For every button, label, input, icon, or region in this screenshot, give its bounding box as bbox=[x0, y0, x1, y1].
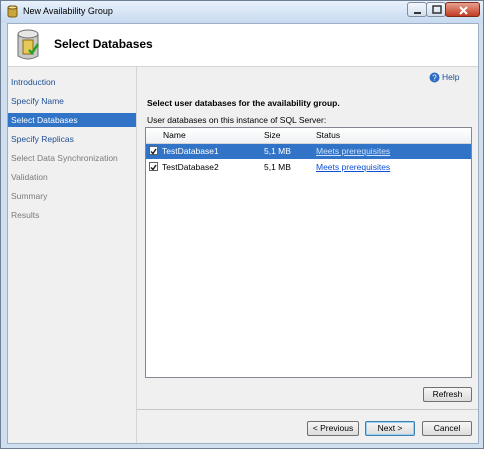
minimize-button[interactable] bbox=[407, 2, 427, 17]
database-list[interactable]: Name Size Status TestDatabase1 5,1 MB Me… bbox=[145, 127, 472, 378]
window-title: New Availability Group bbox=[23, 6, 113, 16]
sidebar-item-select-databases[interactable]: Select Databases bbox=[8, 113, 136, 127]
wizard-header: Select Databases bbox=[8, 24, 478, 67]
checkmark-icon bbox=[150, 148, 157, 155]
column-header-size[interactable]: Size bbox=[264, 130, 281, 140]
database-checkbox[interactable] bbox=[149, 162, 158, 171]
wizard-window: New Availability Group Select Databases … bbox=[0, 0, 484, 449]
table-row[interactable]: TestDatabase2 5,1 MB Meets prerequisites bbox=[146, 160, 471, 175]
svg-text:?: ? bbox=[432, 74, 437, 83]
database-checkbox[interactable] bbox=[149, 146, 158, 155]
app-icon bbox=[7, 5, 18, 18]
column-header-status[interactable]: Status bbox=[316, 130, 340, 140]
close-icon bbox=[459, 6, 468, 15]
title-bar[interactable]: New Availability Group bbox=[1, 1, 483, 23]
previous-button[interactable]: < Previous bbox=[307, 421, 359, 436]
database-status-link[interactable]: Meets prerequisites bbox=[316, 146, 390, 156]
database-name: TestDatabase1 bbox=[162, 146, 219, 156]
wizard-content: ? Help Select user databases for the ava… bbox=[137, 67, 478, 443]
minimize-icon bbox=[414, 12, 421, 14]
help-link[interactable]: ? Help bbox=[429, 72, 460, 83]
database-status-link[interactable]: Meets prerequisites bbox=[316, 162, 390, 172]
page-title: Select Databases bbox=[54, 37, 153, 51]
sidebar-item-specify-replicas[interactable]: Specify Replicas bbox=[8, 132, 136, 146]
wizard-sidebar: Introduction Specify Name Select Databas… bbox=[8, 67, 137, 443]
close-button[interactable] bbox=[445, 2, 480, 17]
maximize-button[interactable] bbox=[426, 2, 446, 17]
database-icon bbox=[17, 29, 40, 60]
sidebar-item-results: Results bbox=[11, 210, 40, 220]
sidebar-item-introduction[interactable]: Introduction bbox=[8, 75, 136, 89]
help-label: Help bbox=[442, 72, 460, 82]
section-subtitle: Select user databases for the availabili… bbox=[147, 98, 340, 108]
database-name: TestDatabase2 bbox=[162, 162, 219, 172]
column-header-row: Name Size Status bbox=[146, 128, 471, 144]
refresh-button[interactable]: Refresh bbox=[423, 387, 472, 402]
database-list-label: User databases on this instance of SQL S… bbox=[147, 115, 327, 125]
maximize-icon bbox=[432, 5, 442, 14]
cancel-button[interactable]: Cancel bbox=[422, 421, 472, 436]
table-row[interactable]: TestDatabase1 5,1 MB Meets prerequisites bbox=[146, 144, 471, 159]
column-header-name[interactable]: Name bbox=[163, 130, 186, 140]
sidebar-item-validation: Validation bbox=[11, 172, 48, 182]
sidebar-item-summary: Summary bbox=[11, 191, 48, 201]
next-button[interactable]: Next > bbox=[365, 421, 415, 436]
database-size: 5,1 MB bbox=[264, 146, 291, 156]
database-size: 5,1 MB bbox=[264, 162, 291, 172]
footer-divider bbox=[137, 409, 478, 410]
help-icon: ? bbox=[429, 72, 440, 83]
wizard-body: Select Databases Introduction Specify Na… bbox=[7, 23, 479, 444]
sidebar-item-specify-name[interactable]: Specify Name bbox=[8, 94, 136, 108]
sidebar-item-select-data-synchronization: Select Data Synchronization bbox=[11, 153, 118, 163]
checkmark-icon bbox=[150, 164, 157, 171]
